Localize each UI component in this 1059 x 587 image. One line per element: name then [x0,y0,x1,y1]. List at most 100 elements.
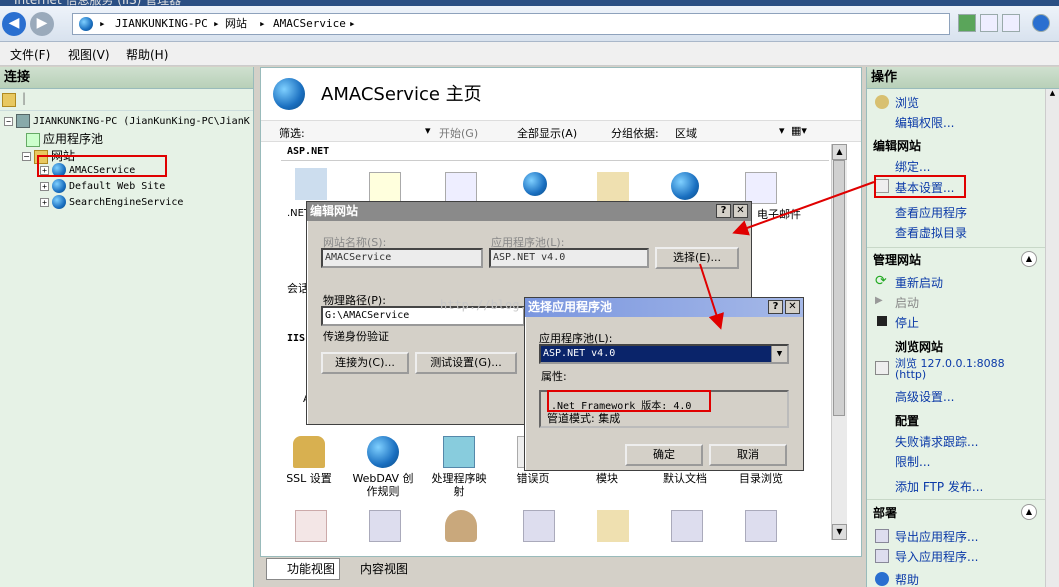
deploy-header: 部署 [873,506,898,520]
menu-view[interactable]: 视图(V) [68,46,110,63]
collapse-icon[interactable]: − [4,116,13,126]
tree-site-amacservice[interactable]: + AMACService [40,163,135,177]
dropdown-arrow-icon[interactable]: ▼ [771,346,787,362]
tab-content-view[interactable]: 内容视图 [344,560,408,577]
feature-handler-mapping[interactable]: 处理程序映射 [427,436,491,498]
crumb-sites[interactable]: 网站 [225,14,247,34]
collapse-up-icon[interactable]: ▲ [1021,251,1037,267]
action-failed-request-tracing[interactable]: 失败请求跟踪... [895,433,978,450]
action-advanced-settings[interactable]: 高级设置... [895,388,954,405]
dropdown-arrow-icon[interactable]: ▾ [779,124,785,137]
forward-arrow-icon[interactable]: ▶ [30,12,54,36]
user-lock-icon[interactable] [445,510,477,542]
dialog-help-button[interactable]: ? [768,300,783,314]
error-404-icon[interactable] [369,172,401,204]
notebook-icon[interactable] [369,510,401,542]
scroll-icon[interactable] [745,510,777,542]
export-icon [875,529,889,543]
ok-button[interactable]: 确定 [625,444,703,466]
select-app-pool-dialog: 选择应用程序池 ? ✕ 应用程序池(L): ASP.NET v4.0 ▼ 属性:… [524,297,804,471]
site-name-field[interactable]: AMACService [321,248,483,268]
log-icon[interactable] [295,510,327,542]
scroll-up-icon[interactable]: ▲ [832,144,847,160]
globe-check-icon[interactable] [671,172,699,200]
expand-icon[interactable]: + [40,165,49,175]
home-icon[interactable] [1002,14,1020,32]
email-icon[interactable] [745,172,777,204]
collapse-up-icon[interactable]: ▲ [1021,504,1037,520]
tree-site-search[interactable]: + SearchEngineService [40,195,183,209]
scroll-down-icon[interactable]: ▼ [832,524,847,540]
action-edit-permissions[interactable]: 编辑权限... [895,114,954,131]
crumb-site[interactable]: AMACService [273,14,346,34]
action-browse[interactable]: 浏览 [895,94,919,111]
dialog-close-button[interactable]: ✕ [733,204,748,218]
tree-app-pools[interactable]: 应用程序池 [26,130,103,147]
cancel-button[interactable]: 取消 [709,444,787,466]
group-by-select[interactable]: 区域 [675,125,785,141]
connect-icon[interactable] [2,93,16,107]
action-limits[interactable]: 限制... [895,453,930,470]
net-icon[interactable] [295,168,327,200]
action-basic-settings[interactable]: 基本设置... [895,179,954,196]
globe-icon[interactable] [523,172,547,196]
view-mode-icon[interactable]: ▦▾ [791,124,807,137]
tree-site-default[interactable]: + Default Web Site [40,179,165,193]
action-restart[interactable]: 重新启动 [895,274,943,291]
action-view-applications[interactable]: 查看应用程序 [895,204,967,221]
dialog-help-button[interactable]: ? [716,204,731,218]
lock-document-icon[interactable] [597,510,629,542]
pages-icon[interactable] [445,172,477,204]
expand-icon[interactable]: + [40,197,49,207]
action-help[interactable]: 帮助 [895,571,919,587]
actions-scrollbar[interactable]: ▲ [1045,89,1059,587]
menu-file[interactable]: 文件(F) [10,46,50,63]
action-bindings[interactable]: 绑定... [895,158,930,175]
feature-webdav[interactable]: WebDAV 创作规则 [351,436,415,498]
browse-icon [875,95,889,109]
back-arrow-icon[interactable]: ◀ [2,12,26,36]
crumb-server[interactable]: JIANKUNKING-PC [115,14,208,34]
server-components-icon[interactable] [671,510,703,542]
test-settings-button[interactable]: 测试设置(G)... [415,352,517,374]
connect-as-button[interactable]: 连接为(C)... [321,352,409,374]
address-bar[interactable]: ▸ JIANKUNKING-PC ▸ 网站 ▸ AMACService ▸ [72,13,950,35]
app-pool-field[interactable]: ASP.NET v4.0 [489,248,649,268]
action-import-app[interactable]: 导入应用程序... [895,548,978,565]
lock-document-icon[interactable] [597,172,629,204]
tab-features-view[interactable]: 功能视图 [266,558,340,580]
address-separator: ▸ [99,17,106,30]
pool-select[interactable]: ASP.NET v4.0 ▼ [539,344,789,364]
filter-input[interactable] [313,122,433,140]
collapse-icon[interactable]: − [22,152,31,161]
settings-page-icon [875,179,889,193]
menu-help[interactable]: 帮助(H) [126,46,168,63]
action-browse-protocol[interactable]: (http) [895,368,926,381]
help-icon[interactable] [1032,14,1050,32]
action-start[interactable]: 启动 [895,294,919,311]
feature-ssl[interactable]: SSL 设置 [277,436,341,485]
request-filter-icon[interactable] [523,510,555,542]
pipeline-mode: 管道模式: 集成 [547,412,621,425]
scroll-thumb[interactable] [833,160,845,416]
expand-icon[interactable]: + [40,181,49,191]
actions-title: 操作 [867,67,1059,89]
select-app-pool-button[interactable]: 选择(E)... [655,247,739,269]
feature-email-partial[interactable]: 电子邮件 [757,206,801,222]
dialog-close-button[interactable]: ✕ [785,300,800,314]
tree-server-node[interactable]: − JIANKUNKING-PC (JianKunKing-PC\JianK [4,114,250,128]
action-view-virtual-dirs[interactable]: 查看虚拟目录 [895,224,967,241]
section-aspnet: ASP.NET [287,146,330,157]
start-filter-button[interactable]: 开始(G) [439,125,478,141]
show-all-button[interactable]: 全部显示(A) [517,125,577,141]
features-scrollbar[interactable]: ▲ ▼ [831,144,847,540]
tree-sites-node[interactable]: − 网站 [22,147,75,164]
navigation-bar: ◀ ▶ ▸ JIANKUNKING-PC ▸ 网站 ▸ AMACService … [0,6,1059,42]
stop-icon[interactable] [980,14,998,32]
refresh-icon[interactable] [958,14,976,32]
dropdown-arrow-icon[interactable]: ▾ [425,124,431,137]
action-add-ftp[interactable]: 添加 FTP 发布... [895,478,983,495]
action-stop[interactable]: 停止 [895,314,919,331]
scroll-up-icon[interactable]: ▲ [1046,89,1059,103]
action-export-app[interactable]: 导出应用程序... [895,528,978,545]
